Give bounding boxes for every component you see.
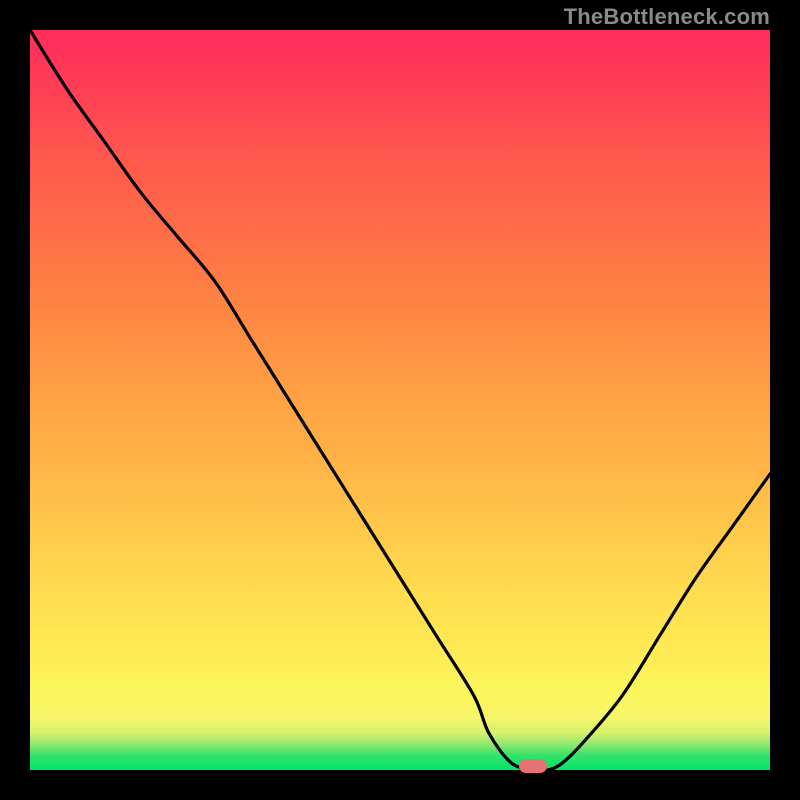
chart-frame: TheBottleneck.com [0,0,800,800]
plot-area [30,30,770,770]
watermark-text: TheBottleneck.com [564,4,770,30]
bottleneck-curve [30,30,770,770]
optimal-marker [519,759,547,773]
